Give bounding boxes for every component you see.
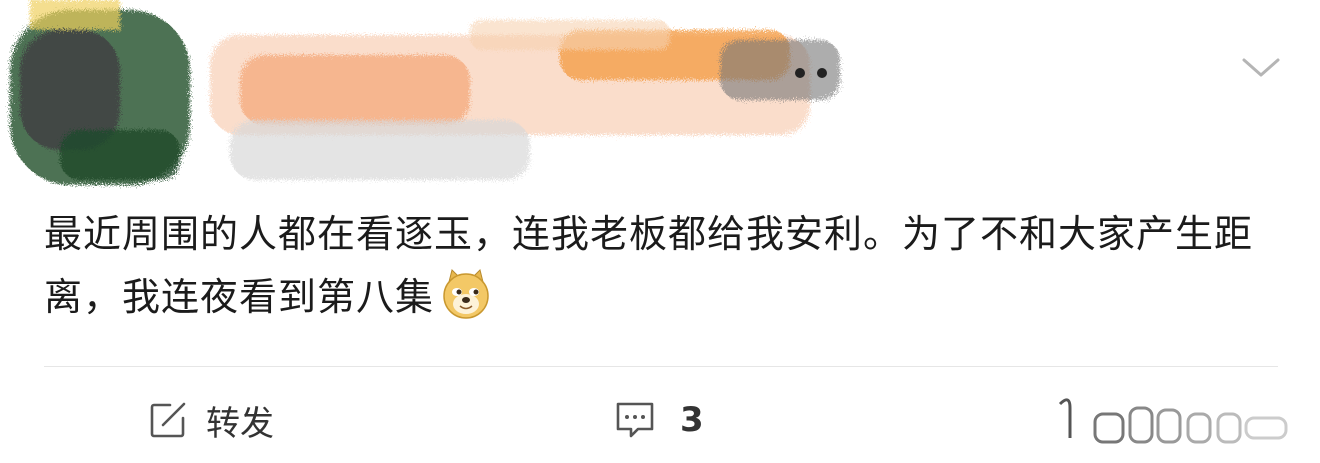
comment-icon <box>616 402 654 438</box>
share-icon <box>150 402 186 438</box>
comment-count: 3 <box>680 400 704 440</box>
divider <box>44 366 1278 367</box>
redacted-user-info <box>10 0 840 185</box>
more-options-button[interactable] <box>1238 52 1284 82</box>
post-text: 最近周围的人都在看逐玉，连我老板都给我安利。为了不和大家产生距离，我连夜看到第八… <box>44 212 1254 319</box>
post-header <box>0 0 1320 195</box>
post-content: 最近周围的人都在看逐玉，连我老板都给我安利。为了不和大家产生距离，我连夜看到第八… <box>44 203 1274 329</box>
repost-label: 转发 <box>206 403 274 444</box>
like-button[interactable] <box>1040 394 1300 446</box>
repost-button[interactable]: 转发 <box>148 394 274 446</box>
like-icon <box>1058 398 1288 444</box>
chevron-down-icon <box>1242 58 1280 77</box>
comment-button[interactable]: 3 <box>614 394 704 446</box>
doge-emoji <box>443 269 489 319</box>
